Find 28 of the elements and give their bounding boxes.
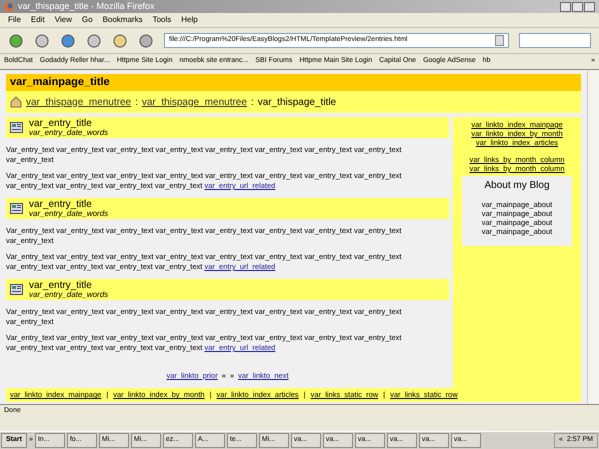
breadcrumb-link[interactable]: var_thispage_menutree	[26, 94, 132, 110]
breadcrumb-separator: :	[250, 96, 254, 110]
news-icon	[10, 203, 23, 214]
menu-item[interactable]: File	[8, 14, 21, 26]
breadcrumb-separator: :	[135, 96, 138, 110]
page-title: var_mainpage_title	[6, 74, 581, 91]
menu-item[interactable]: Edit	[30, 14, 45, 26]
entry-date: var_entry_date_words	[29, 290, 108, 298]
search-field[interactable]	[519, 33, 591, 48]
about-title: About my Blog	[484, 180, 550, 192]
entry-title: var_entry_title	[29, 280, 93, 290]
menu-item[interactable]: Help	[181, 14, 198, 26]
window-title: var_thispage_title - Mozilla Firefox	[18, 0, 156, 13]
menu-item[interactable]: Bookmarks	[102, 14, 143, 26]
breadcrumb-link[interactable]: var_thispage_menutree	[142, 94, 247, 110]
scrollbar[interactable]	[587, 70, 599, 404]
entry-title: var_entry_title	[29, 118, 93, 128]
entry-date: var_entry_date_words	[29, 208, 108, 218]
menu-item[interactable]: Tools	[152, 14, 172, 26]
menu-item[interactable]: Go	[82, 14, 93, 26]
breadcrumb-current: var_thispage_title	[258, 96, 336, 110]
entry-title: var_entry_title	[29, 200, 93, 208]
dropdown-icon[interactable]	[495, 35, 504, 46]
news-icon	[10, 284, 23, 295]
browser-icon	[4, 2, 14, 12]
menu-item[interactable]: View	[54, 14, 72, 26]
entry-date: var_entry_date_words	[29, 128, 108, 136]
news-icon	[10, 122, 23, 133]
